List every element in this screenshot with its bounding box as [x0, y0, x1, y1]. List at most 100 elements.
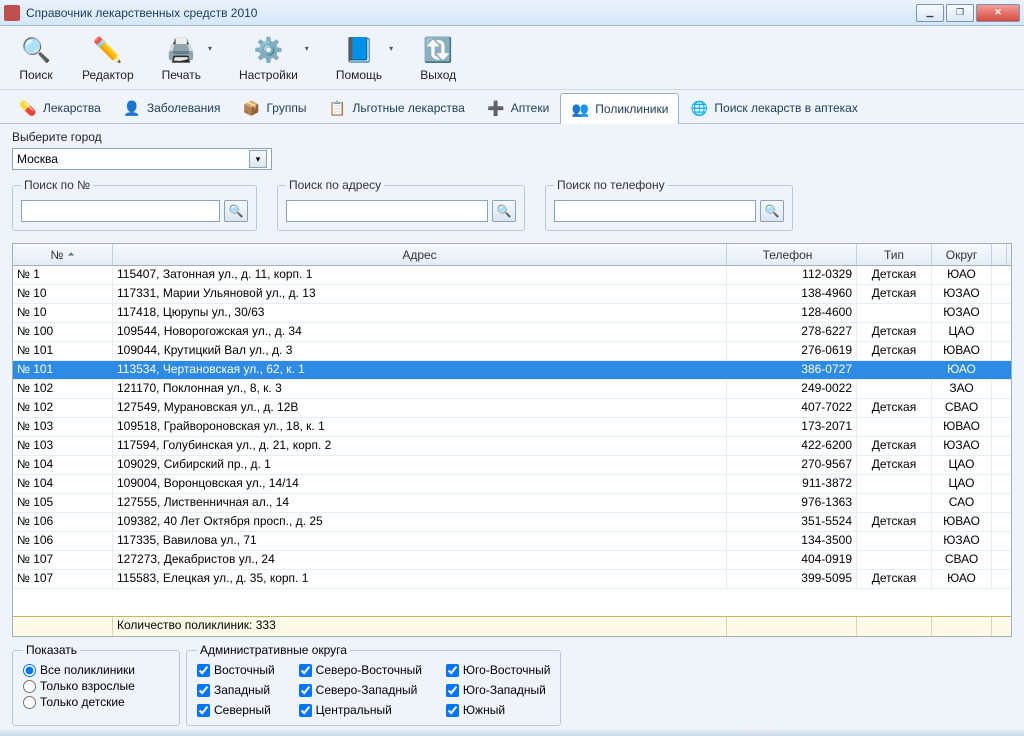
table-row[interactable]: № 10117418, Цюрупы ул., 30/63128-4600ЮЗА…: [13, 304, 1011, 323]
tab-2[interactable]: 📦Группы: [231, 92, 317, 123]
tab-1[interactable]: 👤Заболевания: [112, 92, 232, 123]
cell-district: ЮЗАО: [932, 304, 992, 322]
search-phone-input[interactable]: [554, 200, 756, 222]
grid-footer: Количество поликлиник: 333: [13, 616, 1011, 636]
cell-address: 117331, Марии Ульяновой ул., д. 13: [113, 285, 727, 303]
cell-district: ЗАО: [932, 380, 992, 398]
tab-5[interactable]: 👥Поликлиники: [560, 93, 679, 124]
district-check[interactable]: Северо-Восточный: [299, 663, 422, 677]
table-row[interactable]: № 103117594, Голубинская ул., д. 21, кор…: [13, 437, 1011, 456]
district-check[interactable]: Юго-Восточный: [446, 663, 551, 677]
cell-type: [857, 494, 932, 512]
cell-type: [857, 475, 932, 493]
footer-count: Количество поликлиник: 333: [113, 617, 727, 636]
district-check[interactable]: Центральный: [299, 703, 422, 717]
cell-number: № 10: [13, 285, 113, 303]
cell-number: № 105: [13, 494, 113, 512]
city-select[interactable]: Москва ▾: [12, 148, 272, 170]
help-dropdown-arrow[interactable]: ▾: [386, 32, 396, 64]
tab-4[interactable]: ➕Аптеки: [476, 92, 561, 123]
table-row[interactable]: № 1115407, Затонная ул., д. 11, корп. 11…: [13, 266, 1011, 285]
toolbar-settings[interactable]: ⚙️ Настройки: [235, 32, 302, 84]
cell-address: 121170, Поклонная ул., 8, к. 3: [113, 380, 727, 398]
toolbar-print[interactable]: 🖨️ Печать: [158, 32, 205, 84]
cell-district: ЮВАО: [932, 418, 992, 436]
table-row[interactable]: № 107127273, Декабристов ул., 24404-0919…: [13, 551, 1011, 570]
tab-icon: 📋: [328, 99, 346, 117]
cell-district: ЮЗАО: [932, 285, 992, 303]
cell-number: № 101: [13, 361, 113, 379]
table-row[interactable]: № 101113534, Чертановская ул., 62, к. 13…: [13, 361, 1011, 380]
city-label: Выберите город: [12, 130, 1012, 144]
search-by-number-group: Поиск по № 🔍: [12, 178, 257, 231]
district-check[interactable]: Северо-Западный: [299, 683, 422, 697]
cell-address: 109029, Сибирский пр., д. 1: [113, 456, 727, 474]
tab-label: Аптеки: [511, 101, 550, 115]
cell-type: Детская: [857, 342, 932, 360]
toolbar-exit[interactable]: 🔃 Выход: [416, 32, 460, 84]
column-type[interactable]: Тип: [857, 244, 932, 265]
table-row[interactable]: № 106117335, Вавилова ул., 71134-3500ЮЗА…: [13, 532, 1011, 551]
search-address-input[interactable]: [286, 200, 488, 222]
cell-type: Детская: [857, 513, 932, 531]
table-row[interactable]: № 105127555, Лиственничная ал., 14976-13…: [13, 494, 1011, 513]
district-check[interactable]: Юго-Западный: [446, 683, 551, 697]
search-number-input[interactable]: [21, 200, 220, 222]
cell-phone: 173-2071: [727, 418, 857, 436]
search-address-label: Поиск по адресу: [286, 178, 384, 192]
column-district[interactable]: Округ: [932, 244, 992, 265]
cell-address: 109044, Крутицкий Вал ул., д. 3: [113, 342, 727, 360]
table-row[interactable]: № 102127549, Мурановская ул., д. 12В407-…: [13, 399, 1011, 418]
minimize-button[interactable]: ▁: [916, 4, 944, 22]
table-row[interactable]: № 107115583, Елецкая ул., д. 35, корп. 1…: [13, 570, 1011, 589]
restore-button[interactable]: ❐: [946, 4, 974, 22]
cell-phone: 138-4960: [727, 285, 857, 303]
cell-district: ЮВАО: [932, 513, 992, 531]
toolbar-help[interactable]: 📘 Помощь: [332, 32, 386, 84]
tab-0[interactable]: 💊Лекарства: [8, 92, 112, 123]
tab-icon: 👥: [571, 100, 589, 118]
search-number-button[interactable]: 🔍: [224, 200, 248, 222]
cell-number: № 1: [13, 266, 113, 284]
cell-address: 127549, Мурановская ул., д. 12В: [113, 399, 727, 417]
district-check[interactable]: Южный: [446, 703, 551, 717]
district-check[interactable]: Северный: [197, 703, 275, 717]
chevron-down-icon[interactable]: ▾: [249, 150, 267, 168]
cell-phone: 278-6227: [727, 323, 857, 341]
footer-number-cell: [13, 617, 113, 636]
search-address-button[interactable]: 🔍: [492, 200, 516, 222]
column-address[interactable]: Адрес: [113, 244, 727, 265]
radio-child[interactable]: Только детские: [23, 695, 169, 709]
toolbar-search[interactable]: 🔍 Поиск: [14, 32, 58, 84]
print-dropdown-arrow[interactable]: ▾: [205, 32, 215, 64]
cell-number: № 106: [13, 513, 113, 531]
table-row[interactable]: № 104109004, Воронцовская ул., 14/14911-…: [13, 475, 1011, 494]
cell-district: ЮАО: [932, 570, 992, 588]
column-number[interactable]: №: [13, 244, 113, 265]
table-row[interactable]: № 102121170, Поклонная ул., 8, к. 3249-0…: [13, 380, 1011, 399]
cell-district: СВАО: [932, 399, 992, 417]
table-row[interactable]: № 104109029, Сибирский пр., д. 1270-9567…: [13, 456, 1011, 475]
table-row[interactable]: № 101109044, Крутицкий Вал ул., д. 3276-…: [13, 342, 1011, 361]
table-row[interactable]: № 10117331, Марии Ульяновой ул., д. 1313…: [13, 285, 1011, 304]
radio-adult[interactable]: Только взрослые: [23, 679, 169, 693]
table-row[interactable]: № 106109382, 40 Лет Октября просп., д. 2…: [13, 513, 1011, 532]
radio-all[interactable]: Все поликлиники: [23, 663, 169, 677]
close-button[interactable]: ✕: [976, 4, 1020, 22]
table-row[interactable]: № 103109518, Грайвороновская ул., 18, к.…: [13, 418, 1011, 437]
cell-type: Детская: [857, 437, 932, 455]
cell-district: ЮЗАО: [932, 437, 992, 455]
cell-district: ЦАО: [932, 456, 992, 474]
district-check[interactable]: Восточный: [197, 663, 275, 677]
column-phone[interactable]: Телефон: [727, 244, 857, 265]
settings-dropdown-arrow[interactable]: ▾: [302, 32, 312, 64]
district-check[interactable]: Западный: [197, 683, 275, 697]
search-phone-button[interactable]: 🔍: [760, 200, 784, 222]
toolbar-editor[interactable]: ✏️ Редактор: [78, 32, 138, 84]
table-row[interactable]: № 100109544, Новорогожская ул., д. 34278…: [13, 323, 1011, 342]
tab-6[interactable]: 🌐Поиск лекарств в аптеках: [679, 92, 868, 123]
tab-label: Группы: [266, 101, 306, 115]
grid-body[interactable]: № 1115407, Затонная ул., д. 11, корп. 11…: [13, 266, 1011, 616]
tab-3[interactable]: 📋Льготные лекарства: [317, 92, 475, 123]
cell-address: 109544, Новорогожская ул., д. 34: [113, 323, 727, 341]
